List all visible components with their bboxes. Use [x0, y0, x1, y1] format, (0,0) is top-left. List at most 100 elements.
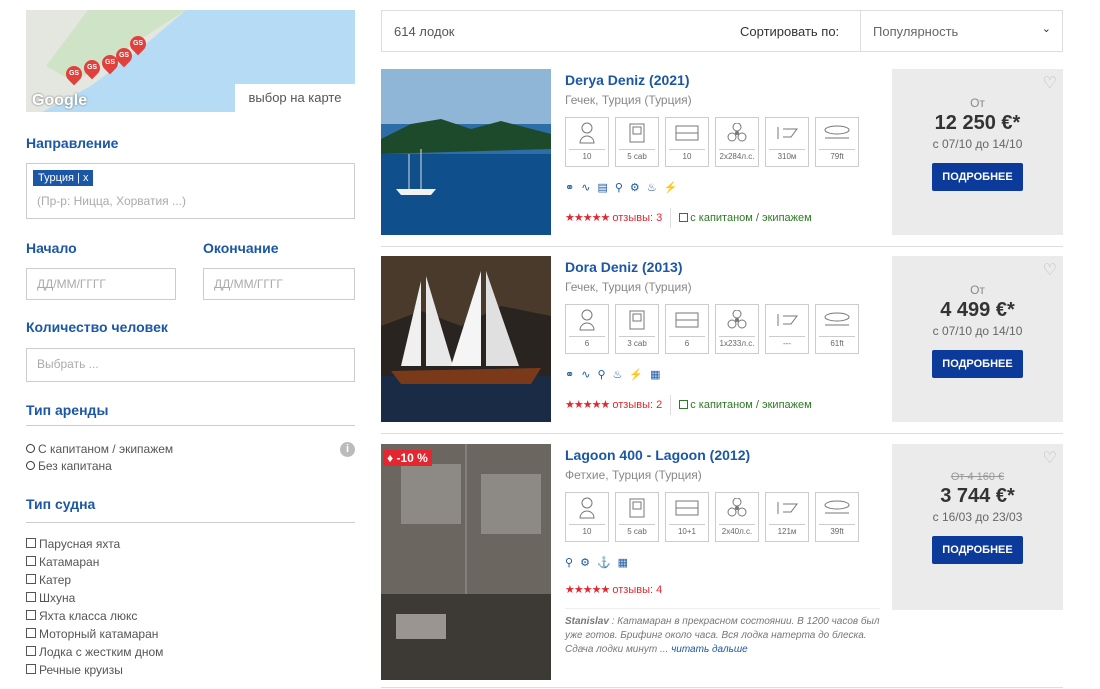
- check-icon: [679, 212, 689, 222]
- price-box: ♡ От 4 499 €* с 07/10 до 14/10 ПОДРОБНЕЕ: [892, 256, 1063, 422]
- destination-tag[interactable]: Турция | x: [33, 170, 94, 186]
- divider: [381, 433, 1063, 434]
- rating-stars: ★★★★★: [565, 211, 610, 224]
- people-select[interactable]: Выбрать ...: [26, 348, 355, 382]
- shower-icon: ⚭: [565, 182, 575, 194]
- person-icon: [566, 305, 608, 335]
- bed-icon: [666, 118, 708, 148]
- divider: [26, 425, 355, 426]
- wifi-icon: ∿: [581, 182, 591, 194]
- heart-icon[interactable]: ♡: [1043, 260, 1057, 280]
- boat-photo[interactable]: ♦ -10 %: [381, 444, 551, 680]
- info-icon[interactable]: i: [340, 442, 355, 457]
- door-icon: [616, 493, 658, 523]
- details-button[interactable]: ПОДРОБНЕЕ: [932, 350, 1023, 378]
- boat-type-list: Парусная яхта Катамаран Катер Шхуна Яхта…: [26, 535, 163, 679]
- map-pin[interactable]: GS: [62, 62, 86, 86]
- wifi-icon: ∿: [581, 369, 591, 381]
- boat-title[interactable]: Lagoon 400 - Lagoon (2012): [565, 447, 750, 463]
- reviews-row: ★★★★★ отзывы: 4: [565, 583, 662, 596]
- spec-draft: 121м: [765, 492, 809, 542]
- price-dates: с 16/03 до 23/03: [932, 510, 1023, 524]
- review-snippet: Stanislav : Катамаран в прекрасном состо…: [565, 608, 880, 657]
- destination-heading: Направление: [26, 135, 119, 151]
- review-author: Stanislav: [565, 616, 609, 627]
- spec-guests: 6: [565, 304, 609, 354]
- gps-icon: ⚲: [614, 182, 623, 194]
- boat-type-option[interactable]: Парусная яхта: [26, 535, 163, 553]
- door-icon: [616, 118, 658, 148]
- price: 12 250 €*: [934, 112, 1021, 134]
- filters-sidebar: GS GS GS GS GS Google выбор на карте Нап…: [26, 0, 355, 677]
- destination-tag-label: Турция: [38, 172, 74, 184]
- boat-type-option[interactable]: Катер: [26, 571, 163, 589]
- fridge-icon: ▦: [617, 557, 629, 569]
- boat-type-option[interactable]: Яхта класса люкс: [26, 607, 163, 625]
- power-icon: ⚡: [629, 369, 644, 381]
- boat-type-option[interactable]: Шхуна: [26, 589, 163, 607]
- old-price: От 4 160 €: [950, 471, 1005, 483]
- boat-type-option[interactable]: Лодка с жестким дном: [26, 643, 163, 661]
- spec-berths: 6: [665, 304, 709, 354]
- rental-heading: Тип аренды: [26, 402, 109, 418]
- autopilot-icon: ⚙: [629, 182, 640, 194]
- end-date-input[interactable]: ДД/ММ/ГГГГ: [203, 268, 355, 300]
- door-icon: [616, 305, 658, 335]
- destination-field[interactable]: Турция | x (Пр-р: Ницца, Хорватия ...): [26, 163, 355, 219]
- anchor-depth-icon: [766, 118, 808, 148]
- sort-label: Сортировать по:: [740, 24, 840, 39]
- heart-icon[interactable]: ♡: [1043, 73, 1057, 93]
- spec-berths: 10: [665, 117, 709, 167]
- spec-engine: 2x284л.с.: [715, 117, 759, 167]
- details-button[interactable]: ПОДРОБНЕЕ: [932, 163, 1023, 191]
- boat-photo[interactable]: [381, 69, 551, 235]
- bed-icon: [666, 305, 708, 335]
- boat-type-option[interactable]: Катамаран: [26, 553, 163, 571]
- boat-specs: 10 5 cab 10 2x284л.с. 310м 79ft: [565, 117, 865, 167]
- propeller-icon: [716, 305, 758, 335]
- read-more-link[interactable]: читать дальше: [671, 644, 748, 655]
- map-pin[interactable]: GS: [80, 56, 104, 80]
- start-date-input[interactable]: ДД/ММ/ГГГГ: [26, 268, 176, 300]
- boat-specs: 6 3 cab 6 1x233л.с. --- 61ft: [565, 304, 865, 354]
- fridge-icon: ▦: [650, 369, 661, 381]
- chevron-down-icon: ⌄: [1041, 23, 1051, 35]
- spec-draft: ---: [765, 304, 809, 354]
- divider: [381, 246, 1063, 247]
- sort-select[interactable]: Популярность ⌄: [860, 11, 1063, 51]
- rental-option-bareboat[interactable]: Без капитана: [26, 457, 112, 475]
- spec-length: 79ft: [815, 117, 859, 167]
- rating-stars: ★★★★★: [565, 584, 610, 596]
- map-pin[interactable]: GS: [98, 51, 122, 75]
- details-button[interactable]: ПОДРОБНЕЕ: [932, 536, 1023, 564]
- reviews-row: ★★★★★ отзывы: 3 с капитаном / экипажем: [565, 208, 812, 228]
- spec-guests: 10: [565, 492, 609, 542]
- boat-photo[interactable]: [381, 256, 551, 422]
- person-icon: [566, 493, 608, 523]
- boat-type-option[interactable]: Речные круизы: [26, 661, 163, 679]
- boat-title[interactable]: Derya Deniz (2021): [565, 72, 690, 88]
- map-select-button[interactable]: выбор на карте: [235, 84, 355, 112]
- spec-length: 61ft: [815, 304, 859, 354]
- boat-type-option[interactable]: Моторный катамаран: [26, 625, 163, 643]
- check-icon: [679, 399, 689, 409]
- grill-icon: ♨: [646, 182, 657, 194]
- reviews-link[interactable]: отзывы: 2: [612, 399, 662, 411]
- captain-badge: с капитаном / экипажем: [679, 212, 812, 224]
- boat-location: Гечек, Турция (Турция): [565, 93, 692, 107]
- price-dates: с 07/10 до 14/10: [932, 137, 1023, 151]
- destination-placeholder: (Пр-р: Ницца, Хорватия ...): [37, 194, 186, 208]
- rental-option-captain[interactable]: С капитаном / экипажем: [26, 440, 173, 458]
- reviews-link[interactable]: отзывы: 3: [612, 212, 662, 224]
- boat-length-icon: [816, 118, 858, 148]
- boat-location: Гечек, Турция (Турция): [565, 280, 692, 294]
- map-preview[interactable]: GS GS GS GS GS Google выбор на карте: [26, 10, 355, 112]
- end-heading: Окончание: [203, 240, 279, 256]
- boat-specs: 10 5 cab 10+1 2x40л.с. 121м 39ft: [565, 492, 865, 542]
- reviews-link[interactable]: отзывы: 4: [612, 584, 662, 596]
- tag-remove-icon[interactable]: x: [83, 172, 89, 184]
- heart-icon[interactable]: ♡: [1043, 448, 1057, 468]
- boat-title[interactable]: Dora Deniz (2013): [565, 259, 682, 275]
- discount-badge: ♦ -10 %: [383, 450, 432, 466]
- spec-engine: 2x40л.с.: [715, 492, 759, 542]
